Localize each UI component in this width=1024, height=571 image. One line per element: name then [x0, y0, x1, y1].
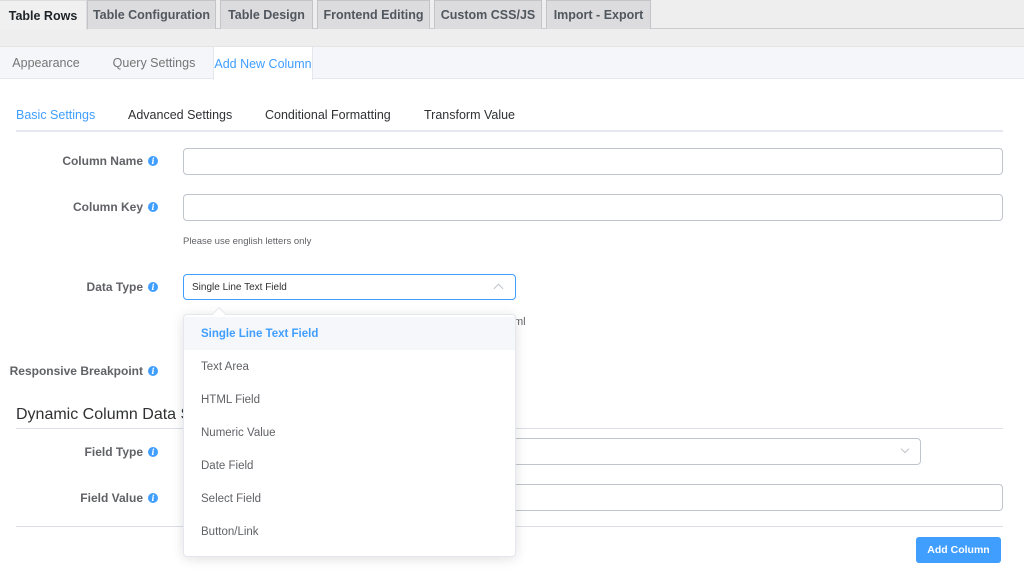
column-key-input[interactable] [183, 194, 1003, 221]
field-type-label-text: Field Type [84, 445, 143, 459]
dropdown-option-numeric-value[interactable]: Numeric Value [184, 416, 515, 449]
settings-tab-bar: Basic Settings Advanced Settings Conditi… [16, 100, 1003, 132]
info-icon[interactable]: i [148, 447, 158, 457]
dropdown-option-button-link[interactable]: Button/Link [184, 515, 515, 548]
tab-frontend-editing[interactable]: Frontend Editing [317, 0, 430, 29]
tab-import-export[interactable]: Import - Export [546, 0, 651, 29]
info-icon[interactable]: i [148, 202, 158, 212]
section-title: Dynamic Column Data S [16, 406, 192, 423]
responsive-breakpoint-label: Responsive Breakpoint i [10, 364, 158, 378]
sub-tab-bar: Appearance Query Settings Add New Column [0, 46, 1024, 80]
tab-table-configuration[interactable]: Table Configuration [87, 0, 216, 29]
column-key-help: Please use english letters only [183, 236, 312, 247]
tab-table-design[interactable]: Table Design [220, 0, 313, 29]
tab-basic-settings[interactable]: Basic Settings [16, 108, 95, 122]
top-tab-bar: Table Rows Table Configuration Table Des… [0, 0, 1024, 46]
info-icon[interactable]: i [148, 493, 158, 503]
responsive-breakpoint-label-text: Responsive Breakpoint [9, 364, 143, 378]
column-key-label-text: Column Key [72, 200, 143, 214]
column-name-input[interactable] [183, 148, 1003, 175]
tab-advanced-settings[interactable]: Advanced Settings [128, 108, 232, 122]
chevron-up-icon [493, 283, 504, 294]
dropdown-option-html-field[interactable]: HTML Field [184, 383, 515, 416]
tab-query-settings[interactable]: Query Settings [98, 47, 210, 79]
field-type-label: Field Type i [85, 445, 158, 459]
data-type-dropdown: Single Line Text Field Text Area HTML Fi… [183, 306, 516, 557]
field-value-label: Field Value i [80, 491, 158, 505]
chevron-down-icon [900, 444, 910, 454]
column-name-label-text: Column Name [62, 154, 143, 168]
column-key-label: Column Key i [73, 200, 158, 214]
tab-transform-value[interactable]: Transform Value [424, 108, 515, 122]
data-type-label-text: Data Type [86, 280, 143, 294]
tab-custom-css-js[interactable]: Custom CSS/JS [434, 0, 542, 29]
tab-table-rows[interactable]: Table Rows [0, 0, 87, 30]
dropdown-option-date-field[interactable]: Date Field [184, 449, 515, 482]
info-icon[interactable]: i [148, 282, 158, 292]
column-name-label: Column Name i [62, 154, 158, 168]
dropdown-option-text-area[interactable]: Text Area [184, 350, 515, 383]
dropdown-option-select-field[interactable]: Select Field [184, 482, 515, 515]
data-type-label: Data Type i [87, 280, 158, 294]
info-icon[interactable]: i [148, 366, 158, 376]
tab-add-new-column[interactable]: Add New Column [213, 47, 313, 80]
add-column-button[interactable]: Add Column [916, 537, 1001, 563]
dropdown-option-single-line-text[interactable]: Single Line Text Field [184, 317, 515, 350]
tab-appearance[interactable]: Appearance [0, 47, 92, 79]
field-value-label-text: Field Value [80, 491, 143, 505]
info-icon[interactable]: i [148, 156, 158, 166]
tab-conditional-formatting[interactable]: Conditional Formatting [265, 108, 391, 122]
data-type-select[interactable]: Single Line Text Field [183, 274, 516, 300]
data-type-selected-value: Single Line Text Field [192, 281, 287, 293]
